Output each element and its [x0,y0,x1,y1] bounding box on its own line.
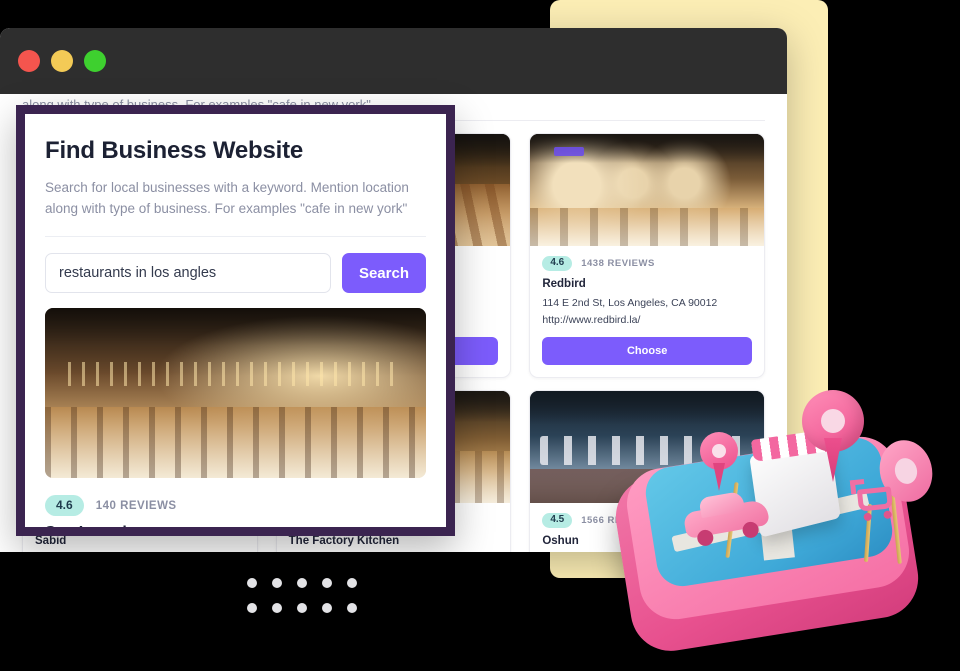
choose-button[interactable]: Choose [542,337,752,365]
reviews-count: 1438 REVIEWS [581,258,655,269]
reviews-count: 140 REVIEWS [95,499,177,512]
decorative-dot [247,603,257,613]
close-window-icon[interactable] [18,50,40,72]
decorative-dot [272,603,282,613]
rating-row: 4.6 140 REVIEWS [45,495,426,516]
decorative-dot [322,578,332,588]
business-url: http://www.redbird.la/ [542,314,641,326]
table-row[interactable]: 4.6 1438 REVIEWS Redbird 114 E 2nd St, L… [529,133,765,378]
rating-row: 4.6 1438 REVIEWS [542,256,752,271]
decorative-dot [347,578,357,588]
business-address: 114 E 2nd St, Los Angeles, CA 90012 [542,297,718,309]
decorative-dot [297,578,307,588]
dot-grid-decoration [247,578,357,613]
decorative-dot [247,578,257,588]
map-pin-icon [802,390,866,482]
business-name: Sabid [35,535,67,547]
decorative-dot [322,603,332,613]
business-name: San Laurel [45,524,426,527]
find-business-dialog-frame: Find Business Website Search for local b… [16,105,455,536]
window-titlebar [0,28,787,94]
minimize-window-icon[interactable] [51,50,73,72]
map-pin-icon [700,432,740,491]
business-name: Redbird [542,278,586,290]
illustration-shopping-cart [849,476,900,525]
maximize-window-icon[interactable] [84,50,106,72]
find-business-dialog: Find Business Website Search for local b… [25,114,446,527]
status-badge: 4.6 [542,256,573,271]
decorative-dot [347,603,357,613]
search-row: Search [45,253,426,293]
search-button[interactable]: Search [341,253,426,293]
business-photo [530,134,764,246]
search-input[interactable] [45,253,331,293]
divider [45,236,426,237]
status-badge: 4.6 [45,495,84,516]
page-title: Find Business Website [45,137,304,164]
dialog-result-card: 4.6 140 REVIEWS San Laurel [45,308,426,527]
decorative-dot [297,603,307,613]
decorative-dot [272,578,282,588]
dialog-description: Search for local businesses with a keywo… [45,180,409,216]
business-name: The Factory Kitchen [288,535,400,547]
status-badge: 4.5 [542,513,573,528]
map-storefront-illustration [608,386,960,671]
business-photo [45,308,426,478]
